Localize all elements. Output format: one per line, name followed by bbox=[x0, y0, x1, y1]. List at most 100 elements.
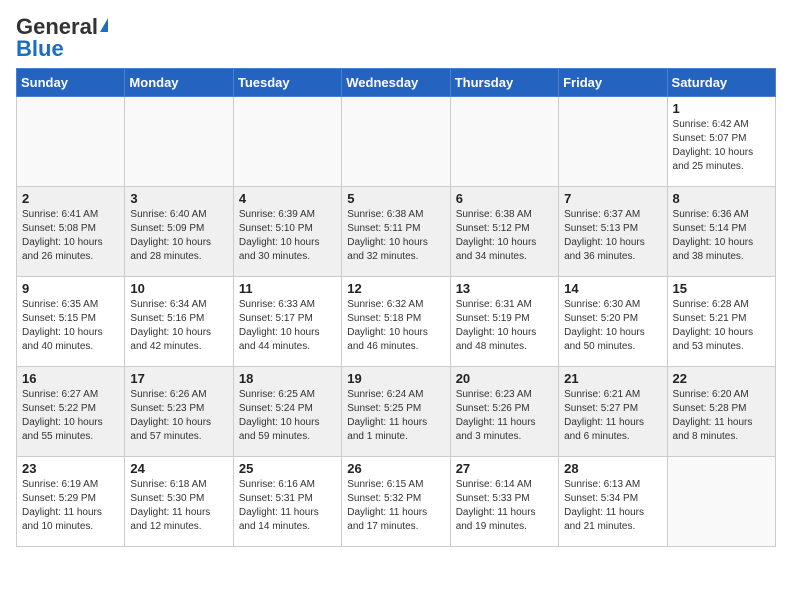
calendar-cell: 8 Sunrise: 6:36 AM Sunset: 5:14 PM Daylig… bbox=[667, 187, 775, 277]
day-info: Sunrise: 6:40 AM Sunset: 5:09 PM Dayligh… bbox=[130, 208, 227, 264]
day-info: Sunrise: 6:19 AM Sunset: 5:29 PM Dayligh… bbox=[22, 478, 119, 534]
day-info: Sunrise: 6:18 AM Sunset: 5:30 PM Dayligh… bbox=[130, 478, 227, 534]
calendar-cell: 28 Sunrise: 6:13 AM Sunset: 5:34 PM Dayli… bbox=[559, 457, 667, 547]
calendar-header-saturday: Saturday bbox=[667, 69, 775, 97]
calendar-cell: 23 Sunrise: 6:19 AM Sunset: 5:29 PM Dayli… bbox=[17, 457, 125, 547]
day-info: Sunrise: 6:25 AM Sunset: 5:24 PM Dayligh… bbox=[239, 388, 336, 444]
day-number: 2 bbox=[22, 191, 119, 206]
calendar-cell bbox=[233, 97, 341, 187]
day-number: 1 bbox=[673, 101, 770, 116]
day-number: 8 bbox=[673, 191, 770, 206]
day-info: Sunrise: 6:33 AM Sunset: 5:17 PM Dayligh… bbox=[239, 298, 336, 354]
calendar-header-friday: Friday bbox=[559, 69, 667, 97]
calendar-cell: 15Sunrise: 6:28 AM Sunset: 5:21 PM Dayli… bbox=[667, 277, 775, 367]
calendar-cell: 25 Sunrise: 6:16 AM Sunset: 5:31 PM Dayli… bbox=[233, 457, 341, 547]
calendar-cell: 20Sunrise: 6:23 AM Sunset: 5:26 PM Dayli… bbox=[450, 367, 558, 457]
day-info: Sunrise: 6:38 AM Sunset: 5:11 PM Dayligh… bbox=[347, 208, 444, 264]
calendar-cell: 6Sunrise: 6:38 AM Sunset: 5:12 PM Daylig… bbox=[450, 187, 558, 277]
logo-icon bbox=[100, 18, 108, 32]
calendar-header-row: SundayMondayTuesdayWednesdayThursdayFrid… bbox=[17, 69, 776, 97]
day-number: 28 bbox=[564, 461, 661, 476]
day-number: 19 bbox=[347, 371, 444, 386]
day-info: Sunrise: 6:14 AM Sunset: 5:33 PM Dayligh… bbox=[456, 478, 553, 534]
calendar-cell: 16Sunrise: 6:27 AM Sunset: 5:22 PM Dayli… bbox=[17, 367, 125, 457]
calendar-cell: 27 Sunrise: 6:14 AM Sunset: 5:33 PM Dayli… bbox=[450, 457, 558, 547]
calendar-header-tuesday: Tuesday bbox=[233, 69, 341, 97]
calendar-cell: 22Sunrise: 6:20 AM Sunset: 5:28 PM Dayli… bbox=[667, 367, 775, 457]
calendar-week-row: 23 Sunrise: 6:19 AM Sunset: 5:29 PM Dayli… bbox=[17, 457, 776, 547]
day-info: Sunrise: 6:37 AM Sunset: 5:13 PM Dayligh… bbox=[564, 208, 661, 264]
calendar-week-row: 16Sunrise: 6:27 AM Sunset: 5:22 PM Dayli… bbox=[17, 367, 776, 457]
day-info: Sunrise: 6:16 AM Sunset: 5:31 PM Dayligh… bbox=[239, 478, 336, 534]
calendar-cell: 18 Sunrise: 6:25 AM Sunset: 5:24 PM Dayli… bbox=[233, 367, 341, 457]
day-number: 4 bbox=[239, 191, 336, 206]
calendar-header-sunday: Sunday bbox=[17, 69, 125, 97]
day-number: 17 bbox=[130, 371, 227, 386]
day-number: 5 bbox=[347, 191, 444, 206]
calendar-cell: 13Sunrise: 6:31 AM Sunset: 5:19 PM Dayli… bbox=[450, 277, 558, 367]
calendar-cell: 11 Sunrise: 6:33 AM Sunset: 5:17 PM Dayli… bbox=[233, 277, 341, 367]
day-info: Sunrise: 6:15 AM Sunset: 5:32 PM Dayligh… bbox=[347, 478, 444, 534]
calendar-cell bbox=[125, 97, 233, 187]
calendar-cell bbox=[342, 97, 450, 187]
calendar-cell: 1 Sunrise: 6:42 AM Sunset: 5:07 PM Daylig… bbox=[667, 97, 775, 187]
calendar-cell bbox=[17, 97, 125, 187]
day-number: 27 bbox=[456, 461, 553, 476]
calendar-week-row: 9Sunrise: 6:35 AM Sunset: 5:15 PM Daylig… bbox=[17, 277, 776, 367]
logo-blue-text: Blue bbox=[16, 38, 64, 60]
day-number: 23 bbox=[22, 461, 119, 476]
calendar: SundayMondayTuesdayWednesdayThursdayFrid… bbox=[16, 68, 776, 547]
calendar-week-row: 2 Sunrise: 6:41 AM Sunset: 5:08 PM Daylig… bbox=[17, 187, 776, 277]
day-number: 18 bbox=[239, 371, 336, 386]
calendar-cell: 7 Sunrise: 6:37 AM Sunset: 5:13 PM Daylig… bbox=[559, 187, 667, 277]
calendar-cell: 21 Sunrise: 6:21 AM Sunset: 5:27 PM Dayli… bbox=[559, 367, 667, 457]
calendar-cell bbox=[559, 97, 667, 187]
day-info: Sunrise: 6:36 AM Sunset: 5:14 PM Dayligh… bbox=[673, 208, 770, 264]
day-info: Sunrise: 6:20 AM Sunset: 5:28 PM Dayligh… bbox=[673, 388, 770, 444]
day-info: Sunrise: 6:26 AM Sunset: 5:23 PM Dayligh… bbox=[130, 388, 227, 444]
day-info: Sunrise: 6:13 AM Sunset: 5:34 PM Dayligh… bbox=[564, 478, 661, 534]
calendar-cell: 2 Sunrise: 6:41 AM Sunset: 5:08 PM Daylig… bbox=[17, 187, 125, 277]
calendar-header-wednesday: Wednesday bbox=[342, 69, 450, 97]
calendar-cell: 26 Sunrise: 6:15 AM Sunset: 5:32 PM Dayli… bbox=[342, 457, 450, 547]
header: General Blue bbox=[16, 16, 776, 60]
day-info: Sunrise: 6:34 AM Sunset: 5:16 PM Dayligh… bbox=[130, 298, 227, 354]
day-info: Sunrise: 6:30 AM Sunset: 5:20 PM Dayligh… bbox=[564, 298, 661, 354]
day-info: Sunrise: 6:42 AM Sunset: 5:07 PM Dayligh… bbox=[673, 118, 770, 174]
day-number: 6 bbox=[456, 191, 553, 206]
calendar-cell: 24 Sunrise: 6:18 AM Sunset: 5:30 PM Dayli… bbox=[125, 457, 233, 547]
day-number: 25 bbox=[239, 461, 336, 476]
calendar-cell: 5 Sunrise: 6:38 AM Sunset: 5:11 PM Daylig… bbox=[342, 187, 450, 277]
day-number: 11 bbox=[239, 281, 336, 296]
calendar-cell bbox=[450, 97, 558, 187]
calendar-week-row: 1 Sunrise: 6:42 AM Sunset: 5:07 PM Daylig… bbox=[17, 97, 776, 187]
day-number: 7 bbox=[564, 191, 661, 206]
logo-general-text: General bbox=[16, 16, 98, 38]
calendar-cell: 19 Sunrise: 6:24 AM Sunset: 5:25 PM Dayli… bbox=[342, 367, 450, 457]
day-number: 16 bbox=[22, 371, 119, 386]
day-number: 14 bbox=[564, 281, 661, 296]
calendar-cell: 10 Sunrise: 6:34 AM Sunset: 5:16 PM Dayli… bbox=[125, 277, 233, 367]
day-info: Sunrise: 6:41 AM Sunset: 5:08 PM Dayligh… bbox=[22, 208, 119, 264]
day-number: 21 bbox=[564, 371, 661, 386]
day-info: Sunrise: 6:21 AM Sunset: 5:27 PM Dayligh… bbox=[564, 388, 661, 444]
calendar-cell: 14 Sunrise: 6:30 AM Sunset: 5:20 PM Dayli… bbox=[559, 277, 667, 367]
day-number: 15 bbox=[673, 281, 770, 296]
calendar-cell: 9Sunrise: 6:35 AM Sunset: 5:15 PM Daylig… bbox=[17, 277, 125, 367]
calendar-cell: 17 Sunrise: 6:26 AM Sunset: 5:23 PM Dayli… bbox=[125, 367, 233, 457]
day-number: 24 bbox=[130, 461, 227, 476]
calendar-header-thursday: Thursday bbox=[450, 69, 558, 97]
day-number: 3 bbox=[130, 191, 227, 206]
calendar-cell: 3 Sunrise: 6:40 AM Sunset: 5:09 PM Daylig… bbox=[125, 187, 233, 277]
day-info: Sunrise: 6:24 AM Sunset: 5:25 PM Dayligh… bbox=[347, 388, 444, 444]
calendar-cell bbox=[667, 457, 775, 547]
day-number: 26 bbox=[347, 461, 444, 476]
day-info: Sunrise: 6:39 AM Sunset: 5:10 PM Dayligh… bbox=[239, 208, 336, 264]
calendar-header-monday: Monday bbox=[125, 69, 233, 97]
day-number: 13 bbox=[456, 281, 553, 296]
day-number: 9 bbox=[22, 281, 119, 296]
day-number: 20 bbox=[456, 371, 553, 386]
day-number: 10 bbox=[130, 281, 227, 296]
calendar-cell: 12Sunrise: 6:32 AM Sunset: 5:18 PM Dayli… bbox=[342, 277, 450, 367]
logo: General Blue bbox=[16, 16, 108, 60]
